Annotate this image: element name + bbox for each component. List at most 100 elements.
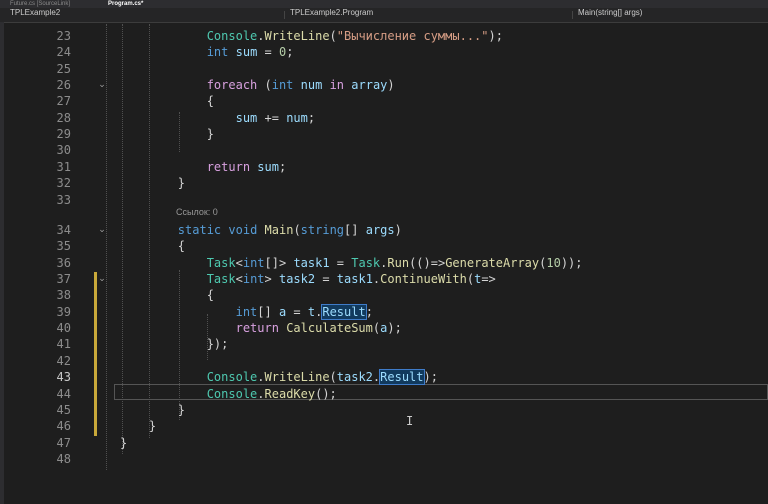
code-token: sum bbox=[257, 160, 279, 174]
code-line[interactable]: 26 ⌄ foreach (int num in array) bbox=[4, 77, 768, 93]
code-line[interactable]: 45 } bbox=[4, 402, 768, 418]
code-text: foreach (int num in array) bbox=[120, 77, 395, 93]
code-token: ( bbox=[293, 223, 301, 237]
code-token: (); bbox=[315, 387, 337, 401]
code-line[interactable]: 47} bbox=[4, 435, 768, 451]
code-line[interactable]: 40 return CalculateSum(a); bbox=[4, 320, 768, 336]
code-line[interactable]: 34 ⌄ static void Main(string[] args) bbox=[4, 222, 768, 238]
code-line[interactable]: 28 sum += num; bbox=[4, 110, 768, 126]
code-line[interactable]: 35 { bbox=[4, 238, 768, 254]
code-text: sum += num; bbox=[120, 110, 316, 126]
code-token: ( bbox=[329, 370, 337, 384]
code-token: []> bbox=[264, 256, 294, 270]
code-token: } bbox=[120, 176, 186, 190]
code-line[interactable]: 36 Task<int[]> task1 = Task.Run(()=>Gene… bbox=[4, 255, 768, 271]
code-token: = bbox=[315, 272, 337, 286]
code-token: } bbox=[120, 403, 186, 417]
code-text: return sum; bbox=[120, 159, 287, 175]
line-number: 32 bbox=[56, 176, 71, 190]
code-text: }); bbox=[120, 336, 229, 352]
code-token: (()=> bbox=[409, 256, 446, 270]
code-line[interactable]: 46 } bbox=[4, 418, 768, 434]
line-number: 23 bbox=[56, 29, 71, 43]
code-token: int bbox=[242, 256, 265, 270]
code-line[interactable]: 27 { bbox=[4, 93, 768, 109]
tab-program-cs[interactable]: Program.cs* bbox=[108, 0, 143, 8]
code-token: WriteLine bbox=[264, 29, 330, 43]
code-token: ) bbox=[394, 223, 402, 237]
code-token: => bbox=[481, 272, 496, 286]
code-token: task2 bbox=[336, 370, 373, 384]
code-token: } bbox=[120, 419, 157, 433]
code-token: . bbox=[257, 370, 265, 384]
line-number: 45 bbox=[56, 403, 71, 417]
code-line[interactable]: 48 bbox=[4, 451, 768, 467]
line-number: 39 bbox=[56, 305, 71, 319]
project-dropdown[interactable]: TPLExample2 bbox=[10, 8, 60, 22]
code-line[interactable]: 24 int sum = 0; bbox=[4, 44, 768, 60]
code-token: = bbox=[329, 256, 352, 270]
code-line[interactable]: 41 }); bbox=[4, 336, 768, 352]
line-number: 47 bbox=[56, 436, 71, 450]
line-number: 26 bbox=[56, 78, 71, 92]
code-token: ; bbox=[365, 305, 373, 319]
code-token: in bbox=[329, 78, 345, 92]
code-line[interactable]: 37 ⌄ Task<int> task2 = task1.ContinueWith… bbox=[4, 271, 768, 287]
nav-separator bbox=[284, 11, 285, 19]
code-text: Console.ReadKey(); bbox=[120, 386, 337, 402]
code-line[interactable]: 30 bbox=[4, 142, 768, 158]
line-number: 24 bbox=[56, 45, 71, 59]
code-line[interactable]: 29 } bbox=[4, 126, 768, 142]
tab-future-cs[interactable]: Future.cs [SourceLink] bbox=[10, 0, 70, 8]
code-token: = bbox=[286, 305, 308, 319]
code-line[interactable]: 32 } bbox=[4, 175, 768, 191]
code-token: void bbox=[228, 223, 258, 237]
nav-separator bbox=[572, 11, 573, 19]
code-line[interactable]: 38 { bbox=[4, 287, 768, 303]
code-token: )); bbox=[560, 256, 583, 270]
code-line[interactable]: 44 Console.ReadKey(); bbox=[4, 386, 768, 402]
code-line[interactable]: 43 Console.WriteLine(task2.Result); bbox=[4, 369, 768, 385]
line-number: 30 bbox=[56, 143, 71, 157]
code-text: Console.WriteLine(task2.Result); bbox=[120, 369, 438, 385]
code-token: } bbox=[120, 127, 214, 141]
line-number: 31 bbox=[56, 160, 71, 174]
member-dropdown[interactable]: Main(string[] args) bbox=[578, 8, 642, 22]
code-line[interactable]: 42 bbox=[4, 353, 768, 369]
collapse-chevron-icon[interactable]: ⌄ bbox=[96, 224, 108, 236]
code-token: CalculateSum bbox=[286, 321, 373, 335]
code-token: num bbox=[300, 78, 323, 92]
code-token: = bbox=[257, 45, 279, 59]
code-token: ( bbox=[466, 272, 475, 286]
code-line[interactable]: 23 Console.WriteLine("Вычисление суммы..… bbox=[4, 28, 768, 44]
code-token: > bbox=[264, 272, 279, 286]
collapse-chevron-icon[interactable]: ⌄ bbox=[96, 79, 108, 91]
code-line[interactable]: 39 int[] a = t.Result; bbox=[4, 304, 768, 320]
code-token: "Вычисление суммы..." bbox=[336, 29, 489, 43]
code-token: }); bbox=[120, 337, 229, 351]
collapse-chevron-icon[interactable]: ⌄ bbox=[96, 273, 108, 285]
code-token: ); bbox=[423, 370, 438, 384]
code-token: WriteLine bbox=[264, 370, 330, 384]
code-token: < bbox=[235, 272, 243, 286]
code-token: ContinueWith bbox=[380, 272, 467, 286]
code-token: ( bbox=[257, 78, 272, 92]
code-line[interactable]: 31 return sum; bbox=[4, 159, 768, 175]
class-dropdown[interactable]: TPLExample2.Program bbox=[290, 8, 373, 22]
line-number: 27 bbox=[56, 94, 71, 108]
code-text: Task<int[]> task1 = Task.Run(()=>Generat… bbox=[120, 255, 583, 271]
code-line[interactable]: 33 bbox=[4, 192, 768, 208]
code-line[interactable]: 25 bbox=[4, 61, 768, 77]
code-token: string bbox=[300, 223, 345, 237]
code-token: task1 bbox=[336, 272, 373, 286]
code-editor[interactable]: Ссылок: 0 I 23 Console.WriteLine("Вычисл… bbox=[4, 22, 768, 504]
